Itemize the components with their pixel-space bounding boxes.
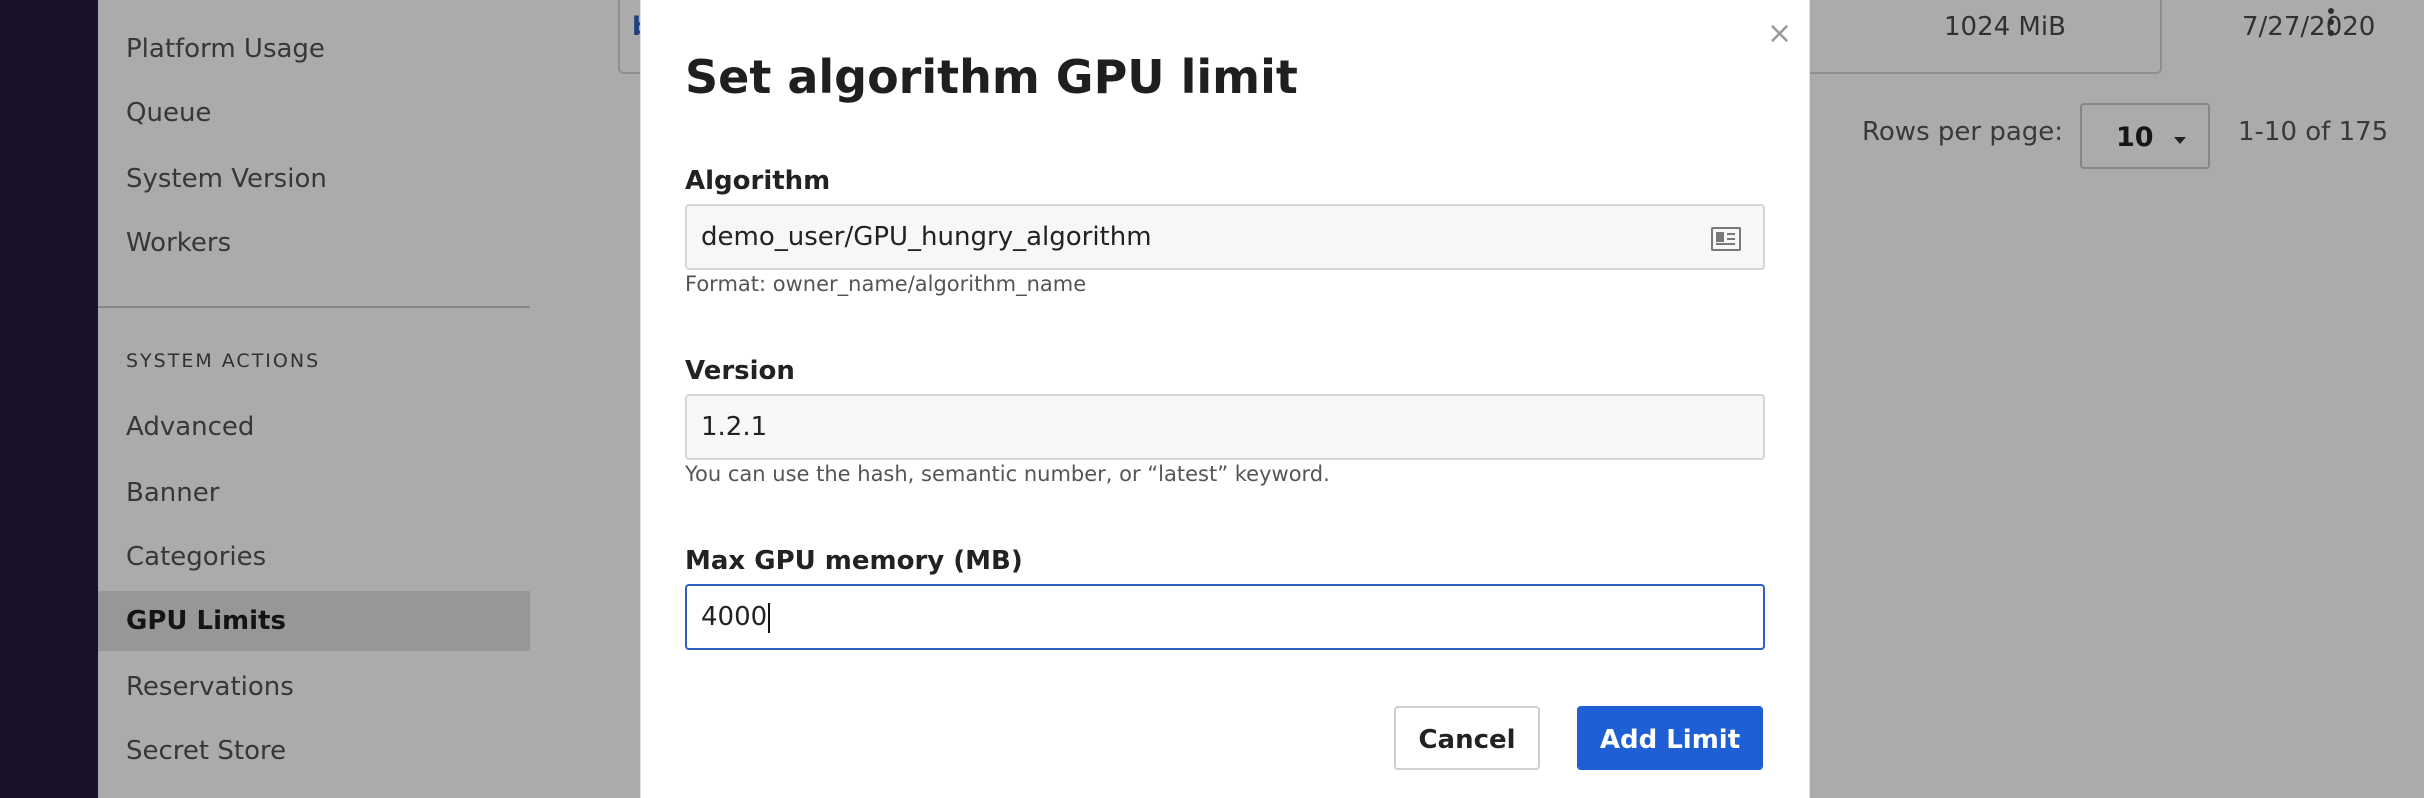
cancel-button[interactable]: Cancel [1394,706,1540,770]
text-cursor [768,602,771,633]
version-value: 1.2.1 [701,412,768,442]
dialog-title: Set algorithm GPU limit [685,50,1298,104]
version-field[interactable]: 1.2.1 [685,394,1765,460]
version-help-text: You can use the hash, semantic number, o… [685,462,1330,486]
gpu-limit-dialog: × Set algorithm GPU limit Algorithm demo… [640,0,1810,798]
algorithm-field[interactable]: demo_user/GPU_hungry_algorithm [685,204,1765,270]
algorithm-label: Algorithm [685,166,831,196]
close-icon[interactable]: × [1767,16,1792,51]
max-gpu-memory-value: 4000 [701,602,768,632]
max-gpu-memory-label: Max GPU memory (MB) [685,546,1023,576]
max-gpu-memory-field[interactable]: 4000 [685,584,1765,650]
version-label: Version [685,356,795,386]
id-card-icon [1711,227,1741,251]
algorithm-value: demo_user/GPU_hungry_algorithm [701,222,1152,252]
add-limit-button[interactable]: Add Limit [1577,706,1763,770]
algorithm-help-text: Format: owner_name/algorithm_name [685,272,1087,296]
max-gpu-memory-value-wrap: 4000 [701,586,771,648]
